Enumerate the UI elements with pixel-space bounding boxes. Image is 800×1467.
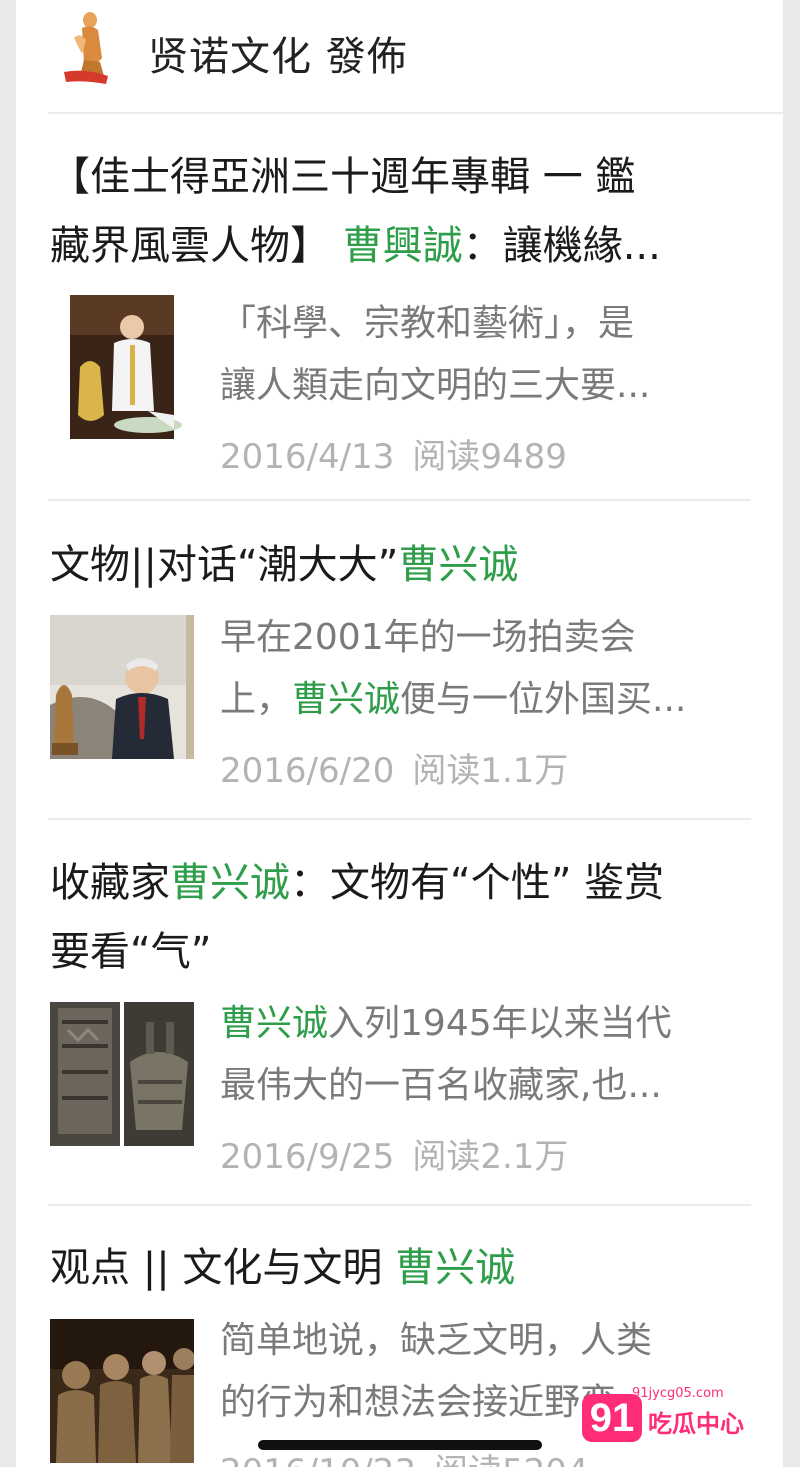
article-title: 收藏家曹兴诚：文物有“个性” 鉴赏 要看“气” (50, 849, 750, 987)
title-text: 观点 || 文化与文明 (50, 1245, 396, 1291)
thumbnail-image (50, 615, 194, 759)
article-meta: 2016/6/20 阅读1.1万 (220, 743, 586, 792)
publish-date: 2016/10/23 (220, 1452, 416, 1467)
title-highlight: 曹兴诚 (395, 1245, 516, 1291)
man-with-vase-thumbnail[interactable] (50, 295, 194, 439)
snippet-line: 曹兴诚入列1945年以来当代 (220, 993, 750, 1055)
article-item-2[interactable]: 文物||对话“潮大大”曹兴诚 早在2001年的一场拍卖会 上，曹兴诚便与一位外国… (50, 531, 750, 818)
snippet-highlight: 曹兴诚 (292, 679, 401, 720)
title-line: 藏界風雲人物】 曹興誠：讓機緣... (50, 212, 750, 281)
title-text: 藏界風雲人物】 (50, 223, 343, 269)
article-snippet: 「科學、宗教和藝術」，是 讓人類走向文明的三大要... (220, 293, 750, 417)
publish-date: 2016/4/13 (220, 437, 395, 477)
read-count: 阅读1.1万 (412, 751, 569, 791)
article-title: 观点 || 文化与文明 曹兴诚 (50, 1234, 750, 1303)
publisher-header[interactable]: 贤诺文化 發佈 (16, 0, 783, 112)
snippet-line: 简单地说，缺乏文明，人类 (220, 1320, 653, 1361)
watermark-badge: 91 (582, 1394, 642, 1442)
snippet-highlight: 曹兴诚 (220, 1003, 329, 1044)
watermark-name: 吃瓜中心 (648, 1410, 744, 1438)
article-title: 文物||对话“潮大大”曹兴诚 (50, 531, 750, 600)
article-meta: 2016/9/25 阅读2.1万 (220, 1129, 586, 1178)
publisher-name: 贤诺文化 發佈 (148, 34, 408, 80)
title-line: 观点 || 文化与文明 曹兴诚 (50, 1234, 750, 1303)
collector-portrait-thumbnail[interactable] (50, 615, 194, 759)
home-indicator[interactable] (258, 1440, 542, 1450)
title-text: 文物||对话“潮大大” (50, 542, 399, 588)
snippet-line: 上，曹兴诚便与一位外国买... (220, 669, 750, 731)
title-line: 【佳士得亞洲三十週年專輯 一 鑑 (50, 154, 636, 200)
thumbnail-image (50, 1319, 194, 1463)
title-highlight: 曹兴诚 (170, 860, 290, 906)
title-text: ：讓機緣... (462, 223, 661, 269)
title-highlight: 曹兴诚 (398, 542, 519, 588)
list-divider (48, 499, 751, 501)
publish-date: 2016/6/20 (220, 751, 395, 791)
sculpture-logo-icon (64, 12, 108, 84)
title-highlight: 曹興誠 (342, 223, 463, 269)
publish-date: 2016/9/25 (220, 1137, 395, 1177)
article-snippet: 曹兴诚入列1945年以来当代 最伟大的一百名收藏家,也... (220, 993, 750, 1117)
snippet-text: 便与一位外国买... (400, 679, 687, 720)
article-title: 【佳士得亞洲三十週年專輯 一 鑑 藏界風雲人物】 曹興誠：讓機緣... (50, 143, 750, 281)
list-divider (48, 818, 751, 820)
title-text: 收藏家 (50, 860, 170, 906)
title-line: 收藏家曹兴诚：文物有“个性” 鉴赏 (50, 849, 750, 918)
read-count: 阅读9489 (412, 437, 567, 477)
read-count: 阅读5204 (434, 1452, 589, 1467)
thumbnail-image (50, 1002, 194, 1146)
title-line: 要看“气” (50, 929, 212, 975)
watermark-logo: 91 91jycg05.com 吃瓜中心 (582, 1386, 752, 1450)
bronze-vessels-thumbnail[interactable] (50, 1002, 194, 1146)
thumbnail-image (50, 295, 194, 439)
title-line: 文物||对话“潮大大”曹兴诚 (50, 531, 750, 600)
title-text: ：文物有“个性” 鉴赏 (290, 860, 665, 906)
snippet-text: 入列1945年以来当代 (328, 1003, 672, 1044)
header-divider (48, 112, 783, 114)
snippet-line: 讓人類走向文明的三大要... (220, 365, 651, 406)
article-item-1[interactable]: 【佳士得亞洲三十週年專輯 一 鑑 藏界風雲人物】 曹興誠：讓機緣... 「科學、… (50, 143, 750, 499)
article-snippet: 早在2001年的一场拍卖会 上，曹兴诚便与一位外国买... (220, 607, 750, 731)
article-list-page: 贤诺文化 發佈 【佳士得亞洲三十週年專輯 一 鑑 藏界風雲人物】 曹興誠：讓機緣… (16, 0, 783, 1467)
terracotta-warriors-thumbnail[interactable] (50, 1319, 194, 1463)
snippet-text: 上， (220, 679, 293, 720)
article-item-3[interactable]: 收藏家曹兴诚：文物有“个性” 鉴赏 要看“气” 曹兴诚入列1945年以来当代 最… (50, 849, 750, 1204)
article-meta: 2016/4/13 阅读9489 (220, 429, 585, 478)
snippet-line: 早在2001年的一场拍卖会 (220, 617, 636, 658)
snippet-line: 最伟大的一百名收藏家,也... (220, 1065, 662, 1106)
list-divider (48, 1204, 751, 1206)
snippet-line: 「科學、宗教和藝術」，是 (220, 303, 635, 344)
watermark-url: 91jycg05.com (632, 1386, 724, 1401)
read-count: 阅读2.1万 (412, 1137, 569, 1177)
